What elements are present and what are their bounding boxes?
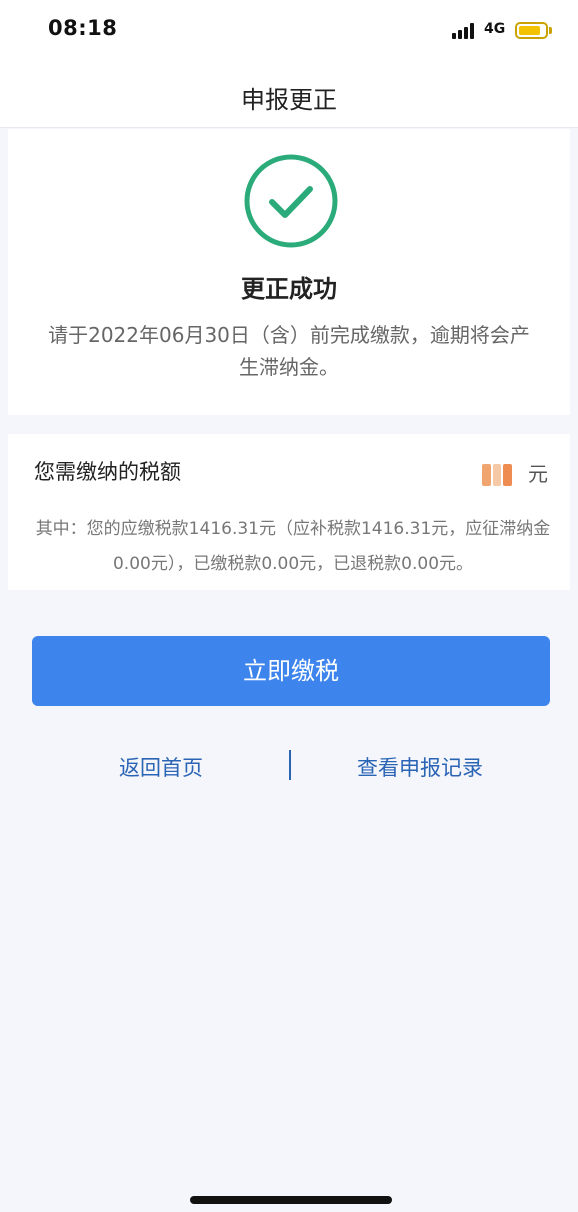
view-records-link[interactable]: 查看申报记录 [340,752,500,782]
tax-detail: 其中：您的应缴税款1416.31元（应补税款1416.31元，应征滞纳金0.00… [35,519,551,574]
tax-amount-label: 您需缴纳的税额 [34,460,181,484]
success-card: 更正成功 请于2022年06月30日（含）前完成缴款，逾期将会产生滞纳金。 [8,129,570,415]
page-title: 申报更正 [241,86,337,114]
success-title: 更正成功 [241,275,337,303]
link-divider [289,750,291,780]
battery-icon [515,22,548,39]
tax-amount-value [482,464,514,486]
nav-bar: 申报更正 [0,62,578,128]
tax-card: 您需缴纳的税额 元 其中：您的应缴税款1416.31元（应补税款1416.31元… [8,434,570,590]
pay-now-button[interactable]: 立即缴税 [32,636,550,706]
network-label: 4G [484,21,506,37]
app-screen: 08:18 4G 申报更正 更正成功 请于2022年06月30日（含）前完成缴款… [0,0,578,1212]
back-home-link[interactable]: 返回首页 [84,752,238,782]
success-message: 请于2022年06月30日（含）前完成缴款，逾期将会产生滞纳金。 [48,323,530,379]
check-circle-icon [244,154,338,248]
tax-amount-unit: 元 [528,462,548,486]
status-time: 08:18 [48,16,118,40]
battery-tip-icon [549,27,552,34]
status-bar: 08:18 4G [0,0,578,62]
home-indicator[interactable] [190,1196,392,1204]
signal-icon [452,23,480,39]
